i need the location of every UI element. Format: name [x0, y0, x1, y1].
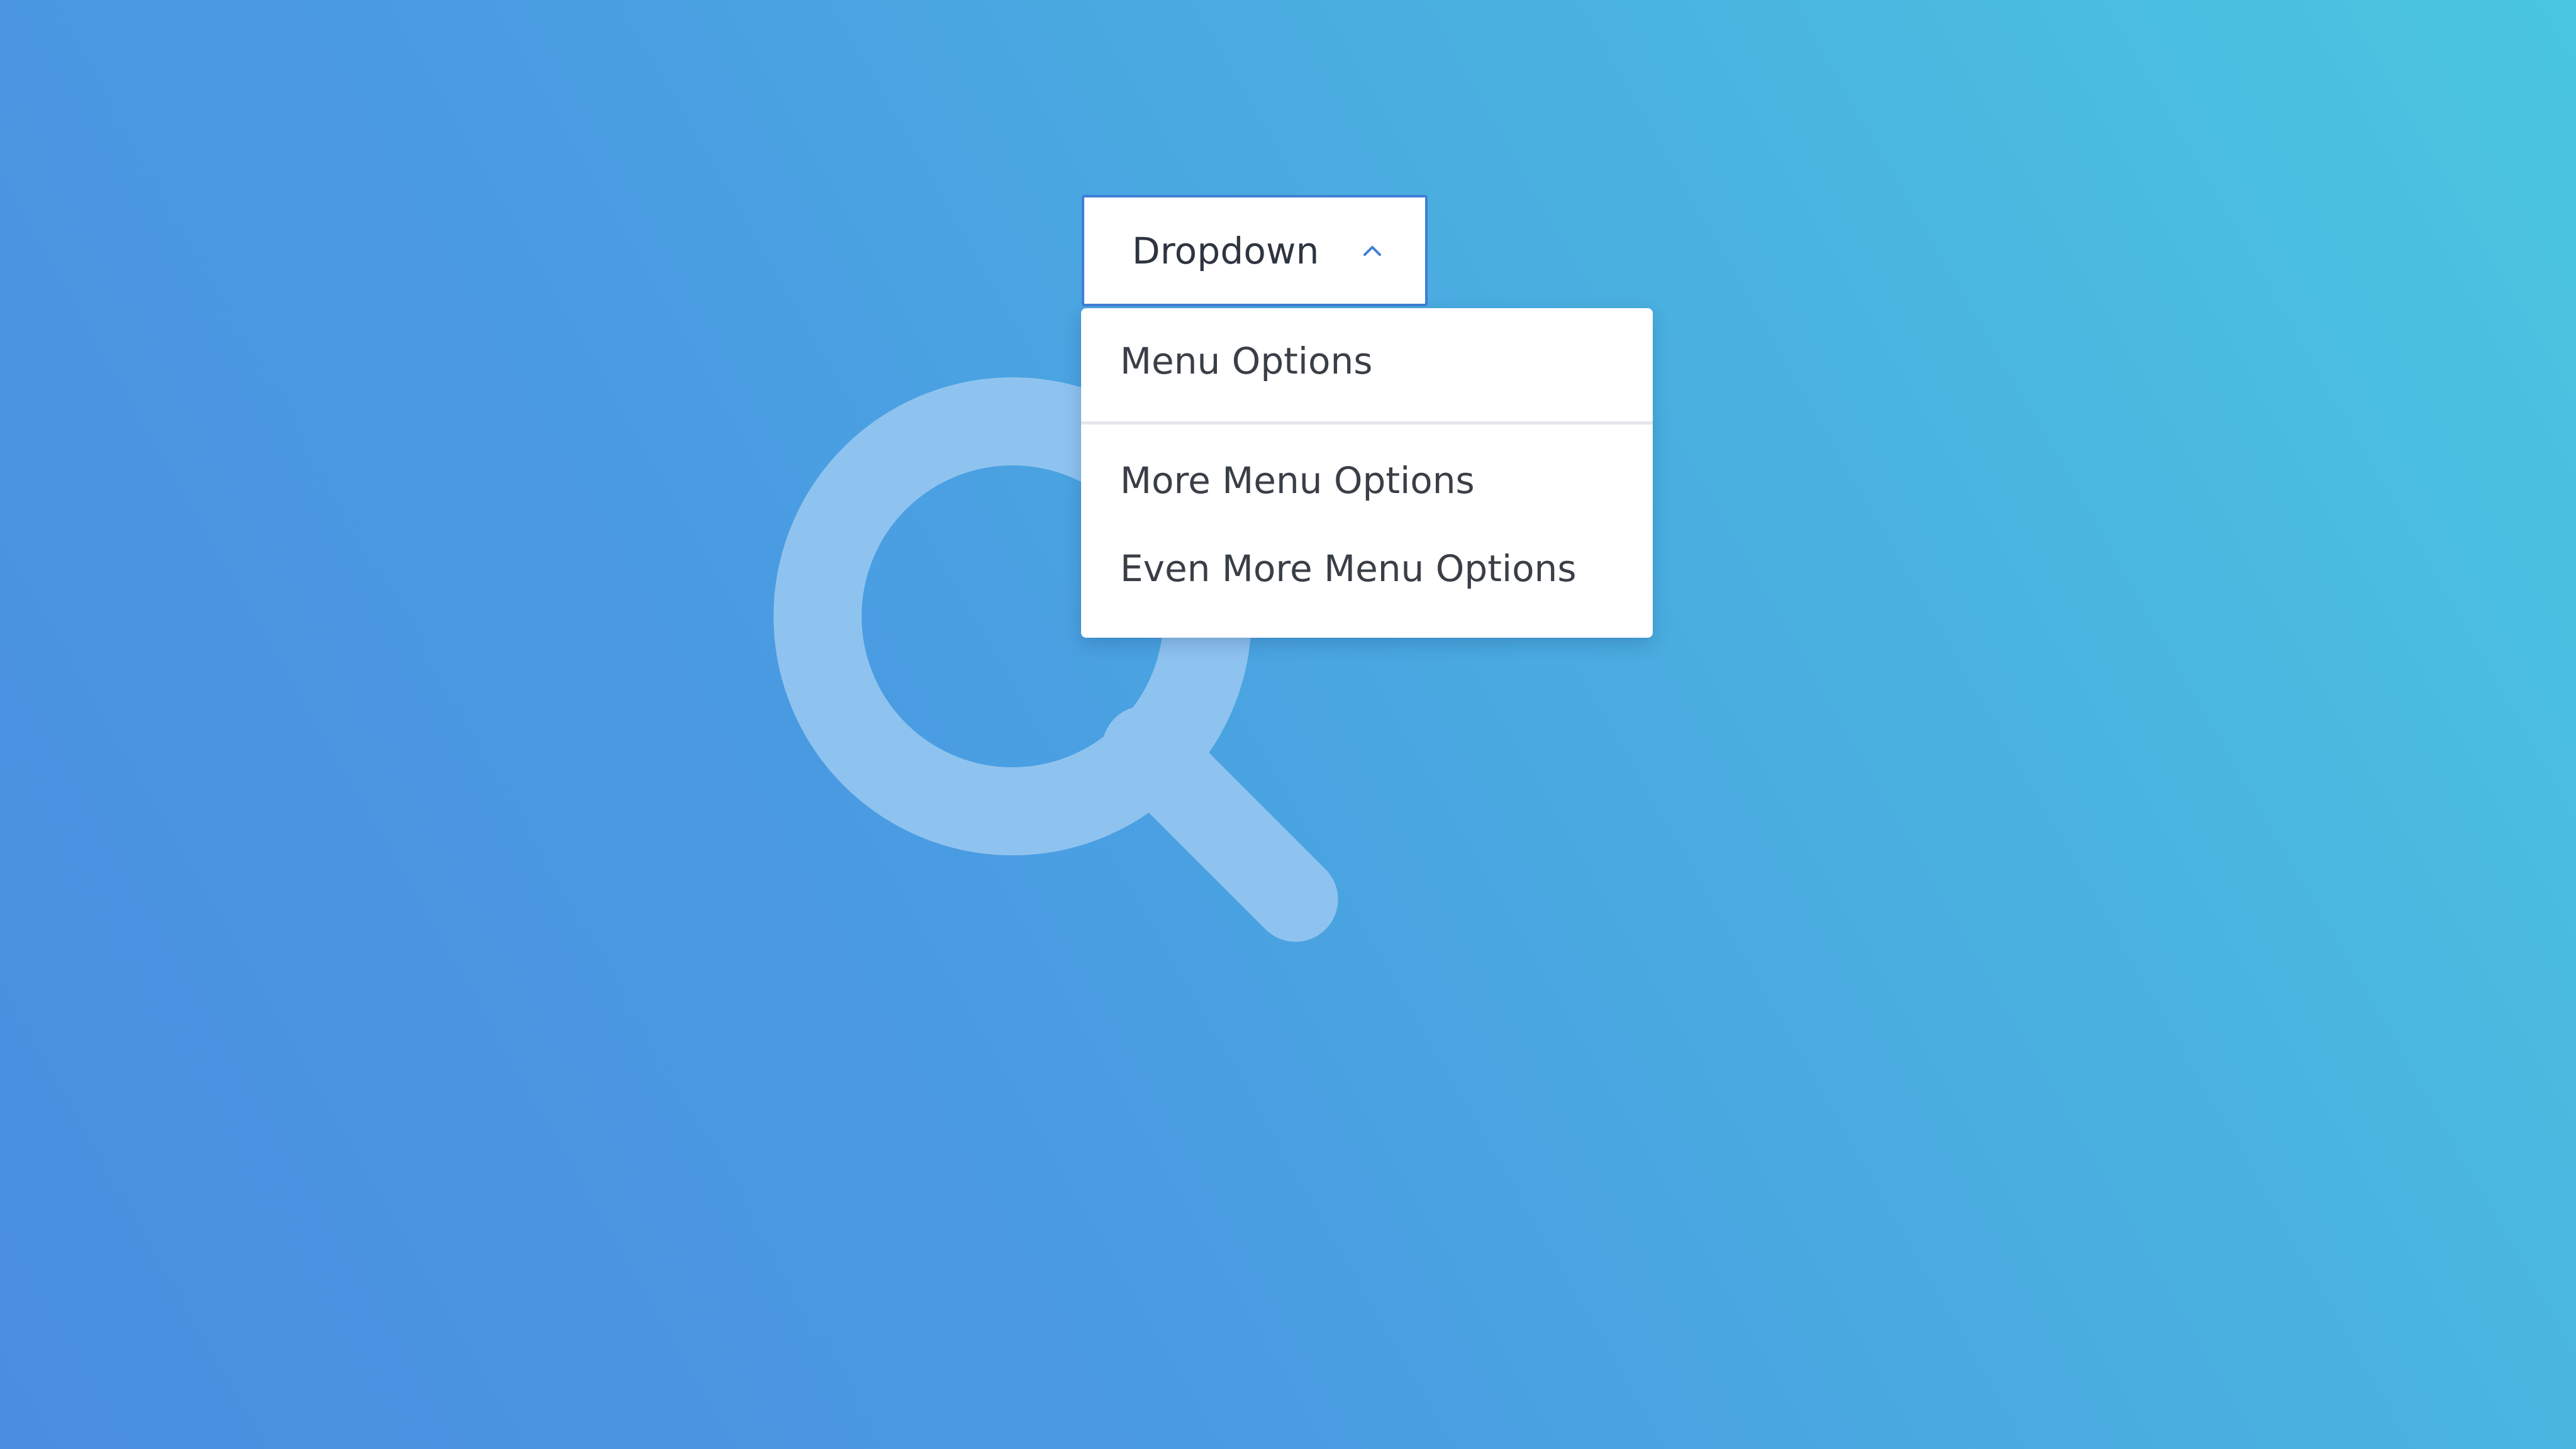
dropdown-label: Dropdown [1132, 229, 1319, 272]
menu-item-more-menu-options[interactable]: More Menu Options [1120, 459, 1475, 502]
menu-divider [1081, 421, 1653, 425]
menu-item-even-more-menu-options[interactable]: Even More Menu Options [1120, 547, 1577, 590]
chevron-up-icon [1357, 236, 1387, 266]
menu-item-menu-options[interactable]: Menu Options [1120, 340, 1372, 382]
dropdown-button[interactable]: Dropdown [1082, 195, 1428, 306]
